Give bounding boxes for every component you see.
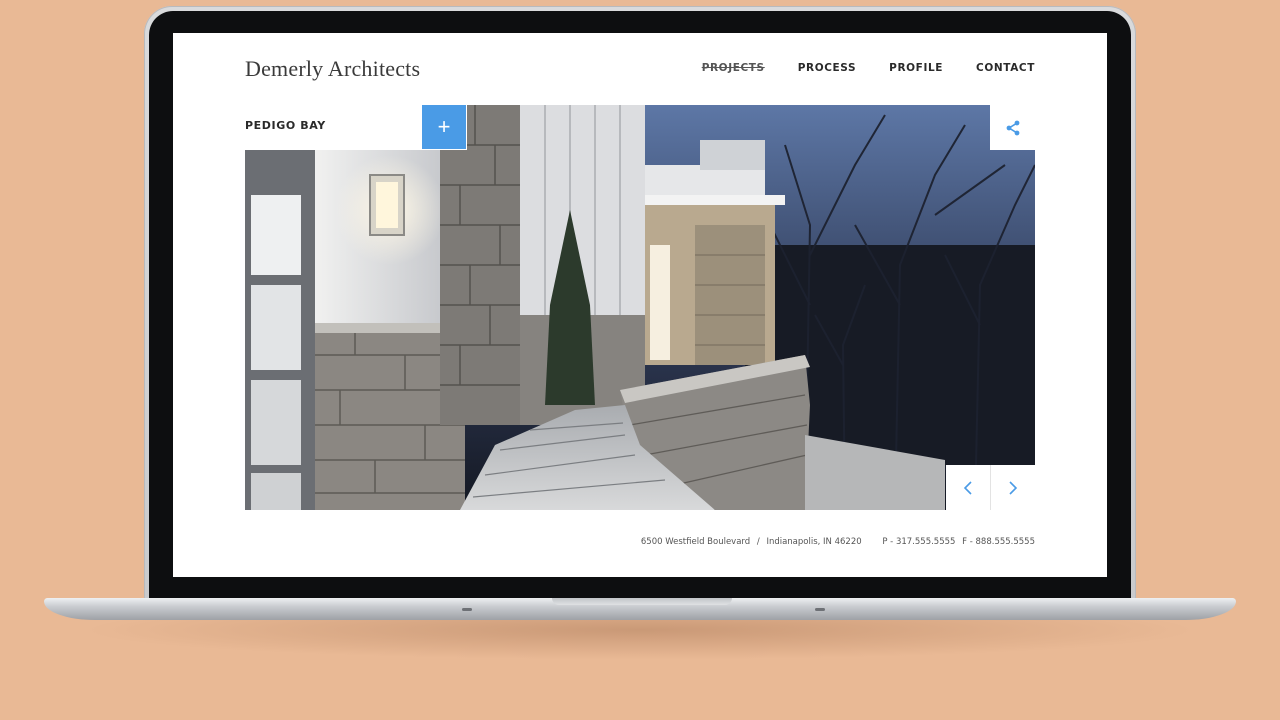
site-logo[interactable]: Demerly Architects — [245, 56, 420, 82]
share-button[interactable] — [990, 105, 1035, 150]
prev-slide-button[interactable] — [946, 465, 990, 510]
site-footer: 6500 Westfield Boulevard / Indianapolis,… — [637, 537, 1035, 547]
footer-separator: / — [756, 537, 760, 547]
nav-process[interactable]: PROCESS — [798, 62, 856, 74]
slider-controls — [946, 465, 1035, 510]
laptop-foot — [815, 608, 825, 611]
footer-city: Indianapolis, IN 46220 — [766, 537, 862, 547]
nav-contact[interactable]: CONTACT — [976, 62, 1035, 74]
project-title: PEDIGO BAY — [245, 119, 326, 132]
chevron-left-icon — [963, 480, 972, 495]
nav-projects[interactable]: PROJECTS — [702, 62, 765, 74]
footer-street: 6500 Westfield Boulevard — [640, 537, 751, 547]
laptop-notch — [552, 598, 732, 605]
footer-phone[interactable]: P - 317.555.5555 — [882, 537, 955, 547]
chevron-right-icon — [1009, 480, 1018, 495]
footer-fax: F - 888.555.5555 — [962, 537, 1035, 547]
laptop-foot — [462, 608, 472, 611]
share-icon — [1006, 120, 1019, 135]
nav-profile[interactable]: PROFILE — [889, 62, 943, 74]
expand-button[interactable]: + — [422, 105, 466, 149]
house-exterior-image — [245, 105, 1035, 510]
next-slide-button[interactable] — [990, 465, 1035, 510]
main-nav: PROJECTS PROCESS PROFILE CONTACT — [702, 62, 1035, 74]
project-photo — [245, 105, 1035, 510]
laptop-screen: Demerly Architects PROJECTS PROCESS PROF… — [173, 33, 1107, 577]
